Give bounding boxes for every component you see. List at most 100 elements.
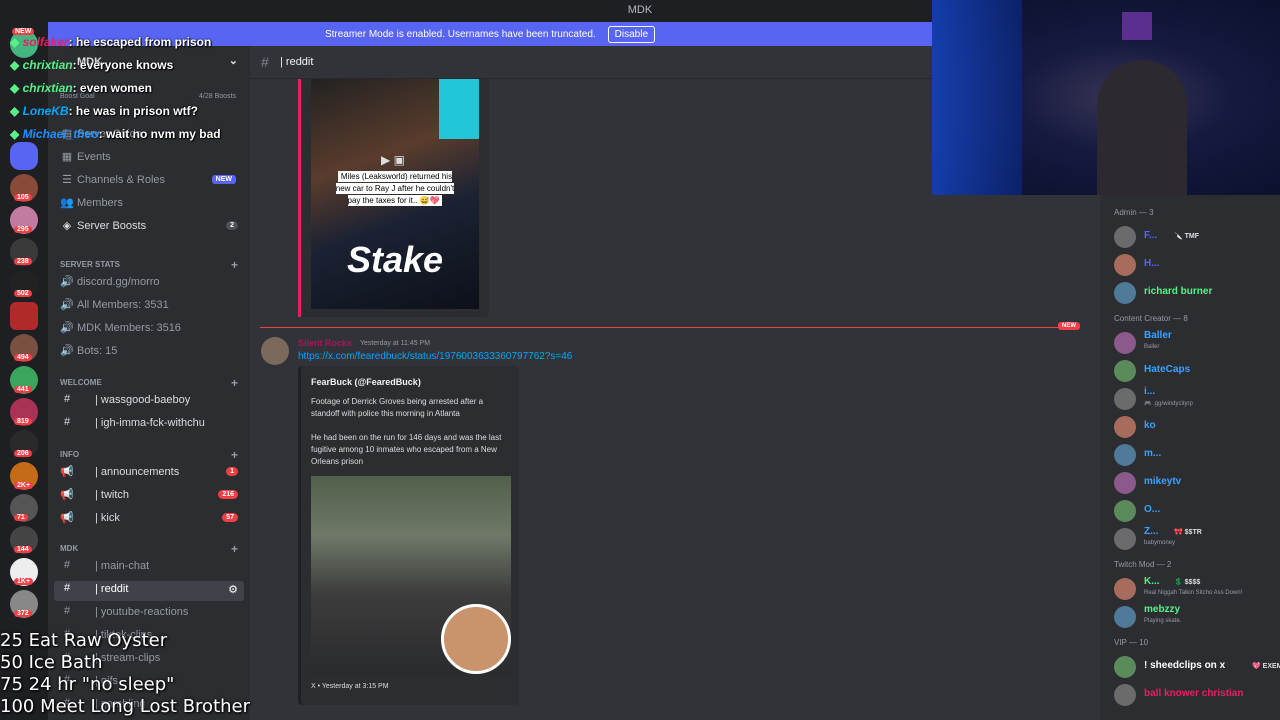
member-item[interactable]: ! sheedclips on x 💖 EXEM <box>1114 654 1280 678</box>
avatar[interactable] <box>261 337 289 365</box>
hash-icon: # <box>63 393 71 405</box>
member-item[interactable]: HateCaps <box>1114 358 1280 382</box>
stats-channel[interactable]: 🔊 All Members: 3531 <box>48 297 250 317</box>
nav-channels-roles[interactable]: ☰ Channels & Roles NEW <box>48 172 250 192</box>
stats-channel[interactable]: 🔊 MDK Members: 3516 <box>48 320 250 340</box>
message-author[interactable]: Silent Rocks <box>298 338 352 348</box>
server-icon[interactable]: 71 <box>10 494 38 522</box>
member-name: O... <box>1144 504 1161 515</box>
member-item[interactable]: richard burner <box>1114 280 1280 304</box>
member-item[interactable]: ball knower christian <box>1114 682 1280 706</box>
member-item[interactable]: i... 🎮 .gg/windycityrp <box>1114 386 1280 410</box>
chat-username: LoneKB <box>22 104 69 118</box>
add-channel-icon[interactable]: + <box>231 376 238 390</box>
avatar[interactable] <box>1114 416 1136 438</box>
disable-button[interactable]: Disable <box>607 25 656 43</box>
server-icon[interactable]: 238 <box>10 238 38 266</box>
avatar[interactable] <box>1114 254 1136 276</box>
server-icon[interactable]: 819 <box>10 398 38 426</box>
channel-item-selected[interactable]: # | reddit ⚙ <box>54 581 244 601</box>
server-icon[interactable]: 144 <box>10 526 38 554</box>
chat-badge-icon: ◆ <box>10 127 23 141</box>
avatar[interactable] <box>1114 226 1136 248</box>
avatar[interactable] <box>1114 528 1136 550</box>
channel-twitch[interactable]: 📢 | twitch 216 <box>48 487 250 507</box>
chat-badge-icon: ◆ <box>10 81 23 95</box>
member-item[interactable]: Baller Baller <box>1114 330 1280 354</box>
speaker-icon: 🔊 <box>60 345 74 357</box>
avatar[interactable] <box>1114 472 1136 494</box>
video-embed[interactable]: ▶ ▣ Miles (Leaksworld) returned his new … <box>298 79 489 317</box>
boost-icon: ◈ <box>62 220 72 232</box>
stats-channel[interactable]: 🔊 Bots: 15 <box>48 343 250 363</box>
webcam-light <box>932 0 1022 195</box>
channel-kick[interactable]: 📢 | kick 57 <box>48 510 250 530</box>
nav-events[interactable]: ▦ Events <box>48 149 250 169</box>
video-caption: Miles (Leaksworld) returned his new car … <box>333 171 457 207</box>
channel-announcements[interactable]: 📢 | announcements 1 <box>48 464 250 484</box>
channel-label: | igh-imma-fck-withchu <box>95 417 205 429</box>
category-title: WELCOME <box>60 378 102 387</box>
member-item[interactable]: m... <box>1114 442 1280 466</box>
member-group-title: VIP — 10 <box>1114 638 1149 647</box>
server-icon[interactable]: 372 <box>10 590 38 618</box>
video-caption-text: Miles (Leaksworld) returned his new car … <box>335 171 455 206</box>
server-icon[interactable]: 206 <box>10 430 38 458</box>
category-title: INFO <box>60 450 80 459</box>
channel-label: All Members: 3531 <box>77 299 169 311</box>
nav-server-boosts[interactable]: ◈ Server Boosts 2 <box>48 218 250 238</box>
boost-count-badge: 2 <box>226 221 238 230</box>
member-status: 🎮 .gg/windycityrp <box>1144 401 1193 407</box>
channel-item[interactable]: # | wassgood-baeboy <box>48 392 250 412</box>
add-channel-icon[interactable]: + <box>231 258 238 272</box>
channel-item[interactable]: # | main-chat <box>48 558 250 578</box>
avatar[interactable] <box>1114 606 1136 628</box>
settings-gear-icon[interactable]: ⚙ <box>228 583 238 596</box>
channel-label: | kick <box>95 512 120 524</box>
member-item[interactable]: Z... 🎀 $$TR babymoney <box>1114 526 1280 550</box>
member-item[interactable]: mebzzy Playing skate. <box>1114 604 1280 628</box>
avatar[interactable] <box>1114 444 1136 466</box>
speaker-icon: 🔊 <box>60 322 74 334</box>
member-item[interactable]: F... 🔪 TMF <box>1114 224 1280 248</box>
member-item[interactable]: K... 💲 $$$$ Real Niggah Talkin Sitcho Ass … <box>1114 576 1280 600</box>
avatar[interactable] <box>1114 684 1136 706</box>
channel-item[interactable]: # | igh-imma-fck-withchu <box>48 415 250 435</box>
play-icon[interactable]: ▶ ▣ <box>381 153 405 167</box>
server-icon[interactable]: 105 <box>10 174 38 202</box>
member-item[interactable]: O... <box>1114 498 1280 522</box>
embed-author[interactable]: FearBuck (@FearedBuck) <box>311 377 421 387</box>
stats-channel[interactable]: 🔊 discord.gg/morro <box>48 274 250 294</box>
avatar[interactable] <box>1114 656 1136 678</box>
avatar[interactable] <box>1114 578 1136 600</box>
chat-message-text: even women <box>79 81 152 95</box>
server-icon[interactable]: 2K+ <box>10 462 38 490</box>
server-icon[interactable] <box>10 302 38 330</box>
member-item[interactable]: ko <box>1114 414 1280 438</box>
chat-username: chrixtian <box>22 81 73 95</box>
server-icon[interactable]: 441 <box>10 366 38 394</box>
member-name: ball knower christian <box>1144 688 1244 699</box>
member-item[interactable]: H... <box>1114 252 1280 276</box>
avatar[interactable] <box>1114 360 1136 382</box>
server-icon[interactable]: 295 <box>10 206 38 234</box>
discord-home-icon[interactable] <box>10 142 38 170</box>
message-link[interactable]: https://x.com/fearedbuck/status/19760036… <box>298 351 572 362</box>
avatar[interactable] <box>1114 332 1136 354</box>
server-icon[interactable]: 502 <box>10 270 38 298</box>
channel-item[interactable]: # | youtube-reactions <box>48 604 250 624</box>
server-icon[interactable]: 494 <box>10 334 38 362</box>
avatar[interactable] <box>1114 500 1136 522</box>
channel-label: | wassgood-baeboy <box>95 394 191 406</box>
calendar-icon: ▦ <box>61 151 73 163</box>
avatar[interactable] <box>1114 388 1136 410</box>
add-channel-icon[interactable]: + <box>231 542 238 556</box>
add-channel-icon[interactable]: + <box>231 448 238 462</box>
embed-image[interactable] <box>311 476 511 674</box>
nav-members[interactable]: 👥 Members <box>48 195 250 215</box>
avatar[interactable] <box>1114 282 1136 304</box>
member-item[interactable]: mikeytv <box>1114 470 1280 494</box>
speaker-icon: 🔊 <box>60 299 74 311</box>
video-thumbnail[interactable]: ▶ ▣ Miles (Leaksworld) returned his new … <box>311 79 479 309</box>
server-icon[interactable]: 1K+ <box>10 558 38 586</box>
